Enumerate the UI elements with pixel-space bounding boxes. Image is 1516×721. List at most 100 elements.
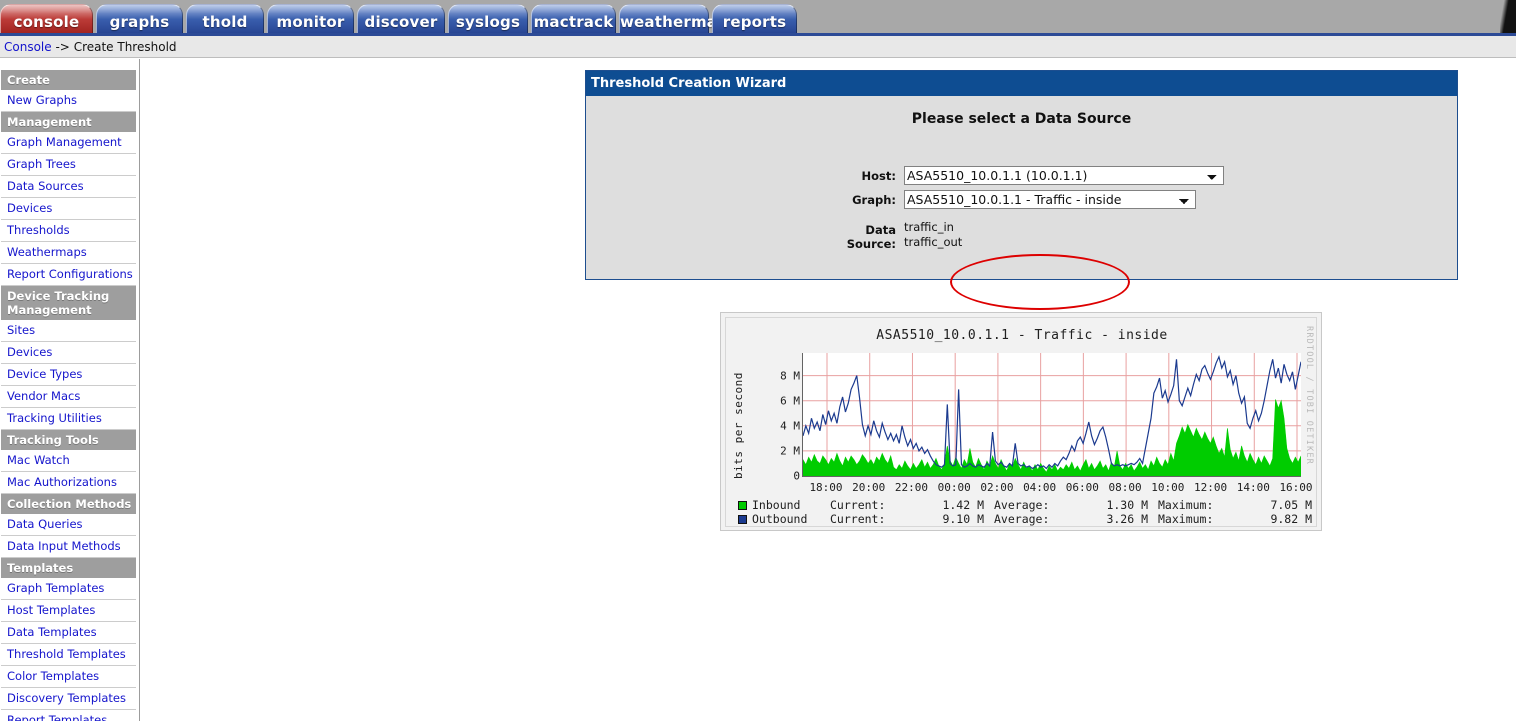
- legend-series-name: Inbound: [752, 498, 801, 512]
- x-tick-label: 10:00: [1151, 481, 1185, 494]
- x-tick-label: 22:00: [894, 481, 929, 494]
- y-tick-label: 6 M: [780, 394, 800, 408]
- wizard-body: Please select a Data Source Host: ASA551…: [586, 96, 1457, 310]
- chart-plot-area: [802, 353, 1301, 477]
- sidebar-item-thresholds[interactable]: Thresholds: [1, 220, 136, 242]
- wizard-title: Threshold Creation Wizard: [586, 71, 1457, 96]
- graph-row: Graph: ASA5510_10.0.1.1 - Traffic - insi…: [824, 190, 1196, 209]
- y-tick-label: 2 M: [780, 444, 800, 458]
- sidebar-item-graph-management[interactable]: Graph Management: [1, 132, 136, 154]
- tab-console[interactable]: console: [0, 4, 93, 36]
- sidebar-header-create: Create: [1, 70, 136, 90]
- sidebar-header-collection-methods: Collection Methods: [1, 494, 136, 514]
- x-tick-label: 04:00: [1023, 481, 1057, 494]
- data-source-values: traffic_in traffic_out: [904, 220, 962, 250]
- sidebar-item-tracking-utilities[interactable]: Tracking Utilities: [1, 408, 136, 430]
- breadcrumb-separator: ->: [55, 40, 70, 54]
- legend-current-value: 9.10 M: [942, 512, 984, 526]
- x-tick-label: 00:00: [937, 481, 971, 494]
- legend-average-label: Average:: [994, 512, 1050, 526]
- tab-weathermap[interactable]: weathermap: [619, 4, 728, 36]
- tab-reports[interactable]: reports: [712, 4, 797, 36]
- sidebar-header-templates: Templates: [1, 558, 136, 578]
- sidebar-item-discovery-templates[interactable]: Discovery Templates: [1, 688, 136, 710]
- x-tick-label: 12:00: [1193, 481, 1228, 494]
- x-tick-label: 08:00: [1108, 481, 1142, 494]
- sidebar-item-host-templates[interactable]: Host Templates: [1, 600, 136, 622]
- y-tick-label: 0: [793, 469, 800, 483]
- sidebar-item-data-sources[interactable]: Data Sources: [1, 176, 136, 198]
- data-source-value: traffic_out: [904, 235, 963, 249]
- legend-maximum-label: Maximum:: [1158, 512, 1214, 526]
- sidebar-item-mac-authorizations[interactable]: Mac Authorizations: [1, 472, 136, 494]
- sidebar-item-data-queries[interactable]: Data Queries: [1, 514, 136, 536]
- legend-maximum-value: 7.05 M: [1270, 498, 1312, 512]
- graph-card: ASA5510_10.0.1.1 - Traffic - inside bits…: [720, 312, 1322, 531]
- x-axis-ticks: 18:00 20:00 22:00 00:00 02:00 04:00 06:00 08:00…: [802, 481, 1312, 495]
- legend-average-value: 3.26 M: [1106, 512, 1148, 526]
- sidebar-item-new-graphs[interactable]: New Graphs: [1, 90, 136, 112]
- tab-discover[interactable]: discover: [357, 4, 445, 36]
- sidebar-item-graph-templates[interactable]: Graph Templates: [1, 578, 136, 600]
- sidebar-item-sites[interactable]: Sites: [1, 320, 136, 342]
- chart-svg: [803, 353, 1301, 476]
- graph-image[interactable]: ASA5510_10.0.1.1 - Traffic - inside bits…: [725, 317, 1317, 527]
- graph-label: Graph:: [852, 192, 896, 207]
- sidebar-item-devices[interactable]: Devices: [1, 198, 136, 220]
- sidebar-item-color-templates[interactable]: Color Templates: [1, 666, 136, 688]
- sidebar-item-weathermaps[interactable]: Weathermaps: [1, 242, 136, 264]
- y-tick-label: 4 M: [780, 419, 800, 433]
- sidebar-item-mac-watch[interactable]: Mac Watch: [1, 450, 136, 472]
- red-ellipse-annotation: [950, 254, 1130, 310]
- legend-average-value: 1.30 M: [1106, 498, 1148, 512]
- sidebar-header-tracking-tools: Tracking Tools: [1, 430, 136, 450]
- tab-syslogs[interactable]: syslogs: [448, 4, 528, 36]
- legend-current-label: Current:: [830, 498, 886, 512]
- data-source-value: traffic_in: [904, 220, 954, 234]
- tab-graphs[interactable]: graphs: [96, 4, 183, 36]
- legend-current-value: 1.42 M: [942, 498, 984, 512]
- sidebar-item-data-templates[interactable]: Data Templates: [1, 622, 136, 644]
- sidebar-item-graph-trees[interactable]: Graph Trees: [1, 154, 136, 176]
- legend-series-name: Outbound: [752, 512, 808, 526]
- data-source-label: Data Source:: [846, 223, 896, 251]
- sidebar-item-device-types[interactable]: Device Types: [1, 364, 136, 386]
- legend-maximum-value: 9.82 M: [1270, 512, 1312, 526]
- sidebar-item-report-templates[interactable]: Report Templates: [1, 710, 136, 721]
- breadcrumb-current: Create Threshold: [73, 40, 177, 54]
- y-axis-label: bits per second: [732, 372, 745, 480]
- sidebar-navigation: Create New Graphs Management Graph Manageme…: [0, 59, 140, 721]
- sidebar-item-threshold-templates[interactable]: Threshold Templates: [1, 644, 136, 666]
- graph-title: ASA5510_10.0.1.1 - Traffic - inside: [876, 328, 1168, 343]
- host-label: Host:: [861, 168, 896, 183]
- x-tick-label: 18:00: [809, 481, 843, 494]
- main-tab-bar: console graphs thold monitor discover syslogs…: [0, 0, 1516, 36]
- legend-row: Outbound Current: 9.10 M Average: 3.26 M Maxi…: [738, 512, 1322, 526]
- x-tick-label: 16:00: [1279, 481, 1313, 494]
- sidebar-header-management: Management: [1, 112, 136, 132]
- breadcrumb-link-console[interactable]: Console: [4, 40, 52, 54]
- host-select[interactable]: ASA5510_10.0.1.1 (10.0.1.1): [904, 166, 1224, 185]
- legend-row: Inbound Current: 1.42 M Average: 1.30 M Maxim…: [738, 498, 1322, 512]
- legend-swatch-icon: [738, 514, 747, 524]
- y-tick-label: 8 M: [780, 369, 800, 383]
- tab-monitor[interactable]: monitor: [267, 4, 354, 36]
- legend-swatch-icon: [738, 500, 747, 510]
- x-tick-label: 14:00: [1236, 481, 1270, 494]
- wizard-heading: Please select a Data Source: [911, 111, 1132, 127]
- legend-maximum-label: Maximum:: [1158, 498, 1214, 512]
- series-area-inbound: [803, 399, 1301, 476]
- sidebar-item-data-input-methods[interactable]: Data Input Methods: [1, 536, 136, 558]
- sidebar-item-devices[interactable]: Devices: [1, 342, 136, 364]
- sidebar-item-vendor-macs[interactable]: Vendor Macs: [1, 386, 136, 408]
- breadcrumb: Console -> Create Threshold: [0, 36, 1516, 58]
- graph-select[interactable]: ASA5510_10.0.1.1 - Traffic - inside: [904, 190, 1196, 209]
- chart-legend: Inbound Current: 1.42 M Average: 1.30 M Maxim…: [738, 498, 1322, 526]
- tab-mactrack[interactable]: mactrack: [531, 4, 616, 36]
- x-tick-label: 20:00: [852, 481, 886, 494]
- sidebar-item-report-configurations[interactable]: Report Configurations: [1, 264, 136, 286]
- tab-thold[interactable]: thold: [186, 4, 264, 36]
- y-axis-ticks: 0 2 M 4 M 6 M 8 M: [750, 353, 800, 482]
- legend-current-label: Current:: [830, 512, 886, 526]
- tabbar-right-wedge: [1500, 0, 1516, 36]
